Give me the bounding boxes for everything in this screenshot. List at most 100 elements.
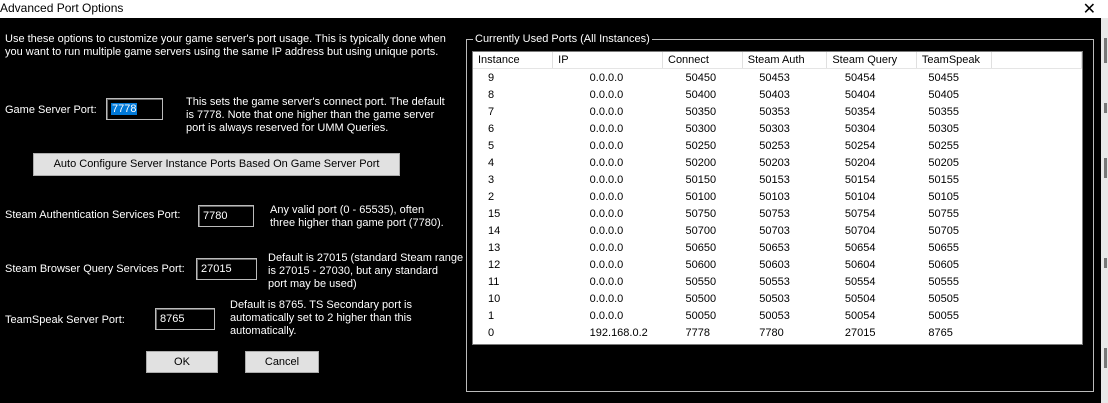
column-header[interactable]: IP [552,52,663,69]
port-row[interactable]: 7 0.0.0.0 50350 50353 50354 50355 [473,103,1082,120]
game-server-port-label: Game Server Port: [5,104,97,116]
port-cell: 50654 [844,241,876,254]
port-cell: 0.0.0.0 [589,156,624,169]
steam-auth-port-help: Any valid port (0 - 65535), often three … [270,204,444,229]
port-cell: 14 [488,224,501,237]
close-icon[interactable]: ✕ [1083,0,1096,19]
port-cell: 50305 [928,122,960,135]
port-cell: 50600 [685,258,717,271]
column-header[interactable]: Steam Auth [742,52,828,69]
game-server-port-field[interactable]: 7778 [106,98,163,120]
port-cell: 50550 [685,275,717,288]
port-cell: 7780 [759,326,784,339]
port-cell: 50304 [844,122,876,135]
column-header[interactable]: Steam Query [826,52,917,69]
port-row[interactable]: 13 0.0.0.0 50650 50653 50654 50655 [473,239,1082,256]
port-cell: 0.0.0.0 [589,275,624,288]
port-cell: 50104 [844,190,876,203]
ok-button[interactable]: OK [146,351,218,373]
port-row[interactable]: 11 0.0.0.0 50550 50553 50554 50555 [473,273,1082,290]
port-row[interactable]: 5 0.0.0.0 50250 50253 50254 50255 [473,137,1082,154]
port-row[interactable]: 4 0.0.0.0 50200 50203 50204 50205 [473,154,1082,171]
teamspeak-port-help: Default is 8765. TS Secondary port is au… [230,299,413,337]
port-row[interactable]: 15 0.0.0.0 50750 50753 50754 50755 [473,205,1082,222]
port-cell: 50454 [844,71,876,84]
teamspeak-port-field[interactable]: 8765 [155,308,215,330]
ports-list[interactable]: Instance IP Connect Steam Auth Steam Query Te… [472,51,1083,345]
port-cell: 3 [488,173,495,186]
column-header[interactable]: Connect [662,52,743,69]
port-cell: 0.0.0.0 [589,309,624,322]
port-cell: 50150 [685,173,717,186]
port-cell: 50754 [844,207,876,220]
port-cell: 0.0.0.0 [589,190,624,203]
port-cell: 50204 [844,156,876,169]
port-cell: 50053 [759,309,790,322]
port-cell: 50254 [844,139,876,152]
port-cell: 50153 [759,173,790,186]
port-cell: 50455 [928,71,960,84]
port-cell: 5 [488,139,495,152]
port-cell: 50703 [759,224,790,237]
game-server-port-value: 7778 [111,103,138,115]
port-cell: 50505 [928,292,960,305]
port-row[interactable]: 6 0.0.0.0 50300 50303 50304 50305 [473,120,1082,137]
port-cell: 50705 [928,224,960,237]
title-bar: Advanced Port Options ✕ [0,0,1108,18]
port-cell: 50054 [844,309,876,322]
steam-query-port-label: Steam Browser Query Services Port: [5,263,185,275]
auto-configure-button[interactable]: Auto Configure Server Instance Ports Bas… [33,153,400,176]
port-cell: 50055 [928,309,960,322]
port-cell: 50300 [685,122,717,135]
port-row[interactable]: 14 0.0.0.0 50700 50703 50704 50705 [473,222,1082,239]
port-row[interactable]: 8 0.0.0.0 50400 50403 50404 50405 [473,86,1082,103]
port-row[interactable]: 12 0.0.0.0 50600 50603 50604 50605 [473,256,1082,273]
port-cell: 50500 [685,292,717,305]
cancel-button[interactable]: Cancel [245,351,319,373]
port-cell: 50103 [759,190,790,203]
port-cell: 13 [488,241,501,254]
port-cell: 50354 [844,105,876,118]
port-cell: 7 [488,105,495,118]
port-cell: 0.0.0.0 [589,139,624,152]
port-cell: 50704 [844,224,876,237]
port-cell: 0.0.0.0 [589,258,624,271]
port-row[interactable]: 0 192.168.0.2 7778 7780 27015 8765 [473,324,1082,341]
port-cell: 50603 [759,258,790,271]
port-cell: 0.0.0.0 [589,207,624,220]
port-row[interactable]: 9 0.0.0.0 50450 50453 50454 50455 [473,69,1082,87]
steam-query-port-field[interactable]: 27015 [196,258,257,280]
column-header[interactable]: TeamSpeak [916,52,992,69]
port-cell: 50403 [759,88,790,101]
port-cell: 50253 [759,139,790,152]
steam-auth-port-field[interactable]: 7780 [198,205,254,227]
port-cell: 50405 [928,88,960,101]
port-cell: 50453 [759,71,790,84]
ports-table: Instance IP Connect Steam Auth Steam Query Te… [473,52,1082,341]
port-row[interactable]: 10 0.0.0.0 50500 50503 50504 50505 [473,290,1082,307]
port-cell: 50700 [685,224,717,237]
port-cell: 0.0.0.0 [589,122,624,135]
port-cell: 0.0.0.0 [589,105,624,118]
port-row[interactable]: 1 0.0.0.0 50050 50053 50054 50055 [473,307,1082,324]
ports-group-title: Currently Used Ports (All Instances) [473,33,652,45]
port-row[interactable]: 2 0.0.0.0 50100 50103 50104 50105 [473,188,1082,205]
port-cell: 0.0.0.0 [589,173,624,186]
port-cell: 0 [488,326,495,339]
port-cell: 0.0.0.0 [589,241,624,254]
port-cell: 0.0.0.0 [589,88,624,101]
port-cell: 50353 [759,105,790,118]
port-row[interactable]: 3 0.0.0.0 50150 50153 50154 50155 [473,171,1082,188]
port-cell: 10 [488,292,501,305]
port-cell: 192.168.0.2 [589,326,648,339]
port-cell: 50555 [928,275,960,288]
port-cell: 6 [488,122,495,135]
teamspeak-port-label: TeamSpeak Server Port: [5,314,125,326]
port-cell: 50750 [685,207,717,220]
port-cell: 50504 [844,292,876,305]
port-cell: 50653 [759,241,790,254]
port-cell: 50250 [685,139,717,152]
port-cell: 50155 [928,173,960,186]
port-cell: 50154 [844,173,876,186]
column-header[interactable]: Instance [473,52,554,69]
